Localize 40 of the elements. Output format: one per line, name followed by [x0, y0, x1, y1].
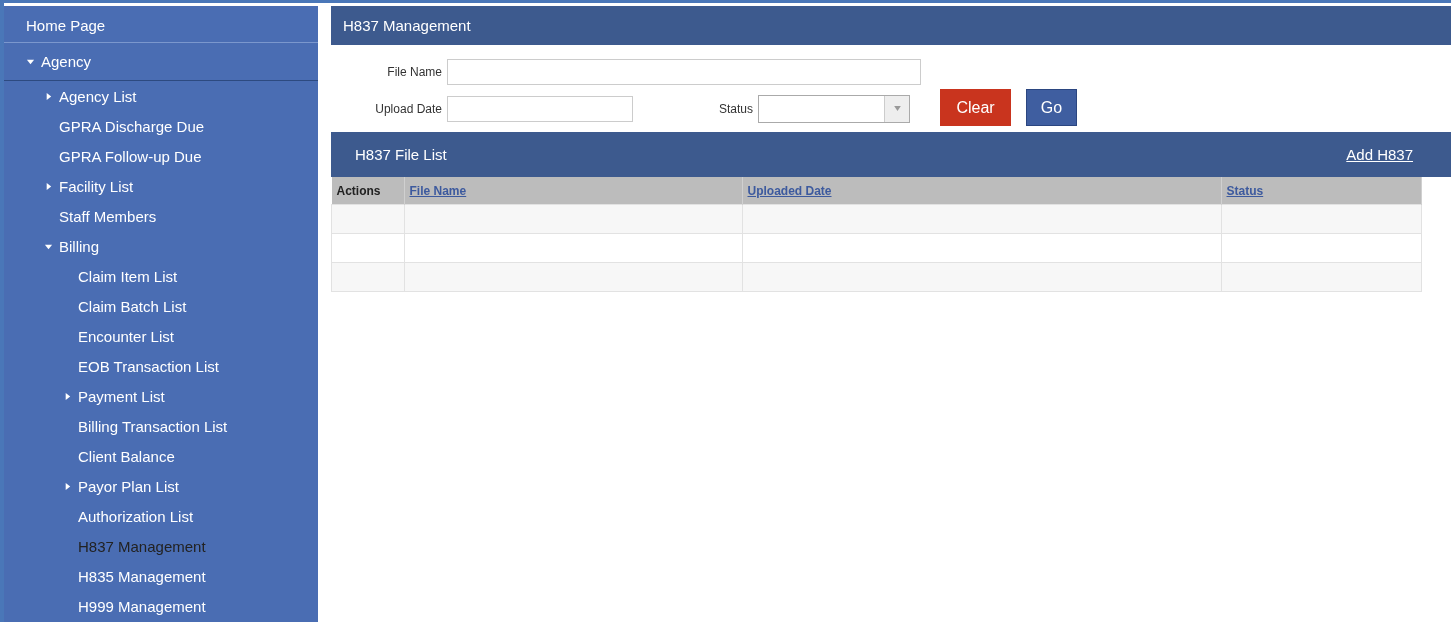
nav-link[interactable]: Agency — [41, 53, 92, 70]
nav-link[interactable]: Claim Item List — [78, 267, 178, 285]
column-header[interactable]: File Name — [404, 177, 742, 205]
caret-right-icon[interactable] — [63, 391, 72, 401]
nav-link[interactable]: H999 Management — [78, 597, 206, 615]
nav-link[interactable]: GPRA Discharge Due — [59, 117, 205, 135]
go-button[interactable]: Go — [1026, 89, 1077, 126]
field-label: Status — [717, 101, 753, 116]
nav-link[interactable]: EOB Transaction List — [78, 357, 219, 375]
caret-right-icon[interactable] — [44, 91, 53, 101]
nav-link[interactable]: Payment List — [78, 387, 165, 405]
nav-link[interactable]: Client Balance — [78, 447, 175, 465]
nav-link[interactable]: H835 Management — [78, 567, 206, 585]
section-title: H837 File List — [355, 146, 447, 163]
nav-link[interactable]: Home Page — [26, 16, 106, 34]
nav-link[interactable]: Billing — [59, 237, 100, 255]
column-header: Actions — [331, 177, 404, 205]
upload-date-field[interactable] — [447, 95, 633, 122]
caret-right-icon[interactable] — [63, 481, 72, 491]
column-header[interactable]: Uploaded Date — [742, 177, 1221, 205]
field-label: File Name — [386, 65, 442, 79]
field-label: Upload Date — [374, 101, 442, 116]
nav-link[interactable]: Encounter List — [78, 327, 174, 345]
page-title: H837 Management — [343, 17, 471, 34]
nav-link[interactable]: Facility List — [59, 177, 134, 195]
clear-button[interactable]: Clear — [940, 89, 1011, 126]
column-header[interactable]: Status — [1221, 177, 1422, 205]
nav-link[interactable]: Agency List — [59, 87, 137, 105]
caret-down-icon — [893, 106, 901, 111]
nav-link[interactable]: Claim Batch List — [78, 297, 187, 315]
nav-link[interactable]: H837 Management — [78, 537, 206, 555]
caret-down-icon[interactable] — [26, 57, 35, 66]
add-link[interactable]: Add H837 — [1346, 146, 1413, 163]
nav-link[interactable]: GPRA Follow-up Due — [59, 147, 202, 165]
nav-link[interactable]: Authorization List — [78, 507, 194, 525]
file-name-field[interactable] — [447, 59, 921, 85]
caret-right-icon[interactable] — [44, 181, 53, 191]
nav-link[interactable]: Billing Transaction List — [78, 417, 228, 435]
nav-link[interactable]: Staff Members — [59, 207, 157, 225]
nav-link[interactable]: Payor Plan List — [78, 477, 179, 495]
